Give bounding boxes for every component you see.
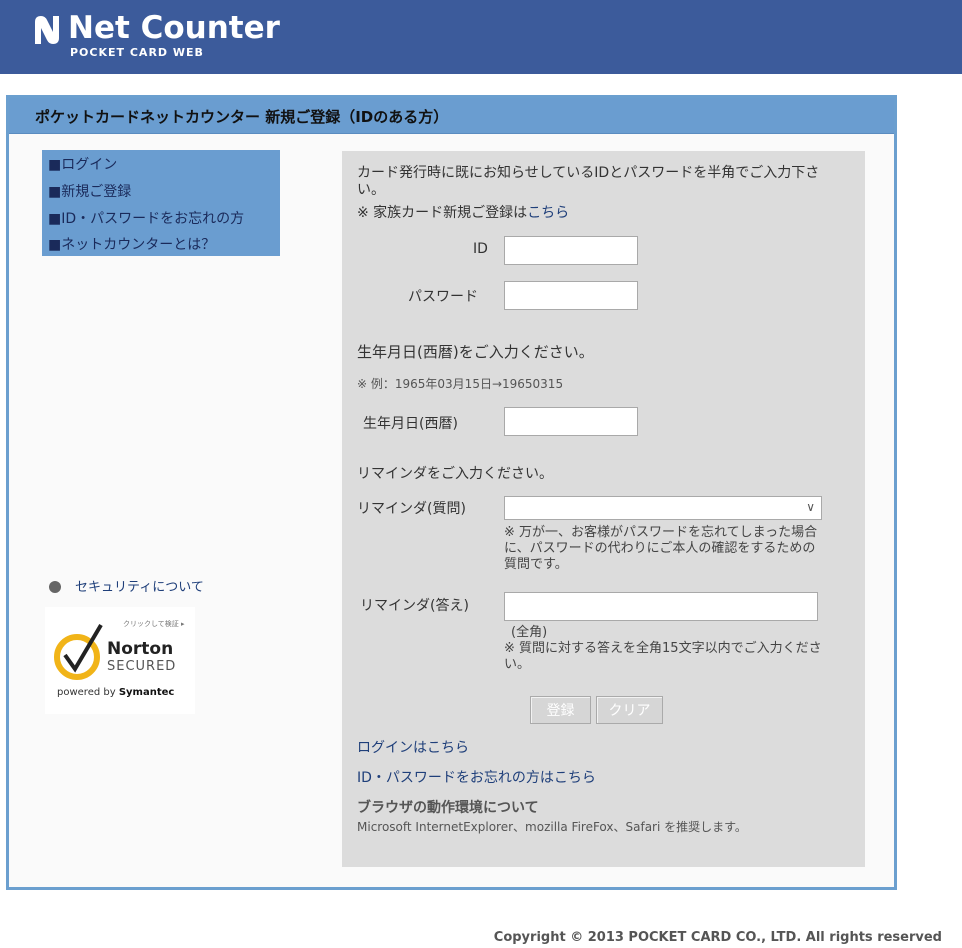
- title-bar: ポケットカードネットカウンター 新規ご登録（IDのある方）: [9, 98, 894, 134]
- reminder-answer-note: ※ 質問に対する答えを全角15文字以内でご入力ください。: [504, 641, 822, 672]
- password-label: パスワード: [408, 289, 478, 305]
- norton-seal[interactable]: クリックして検証 ▸ Norton SECURED powered by Sym…: [45, 607, 195, 714]
- copyright-text: Copyright © 2013 POCKET CARD CO., LTD. A…: [493, 930, 942, 945]
- reminder-answer-hint: (全角): [511, 625, 548, 640]
- reminder-question-label: リマインダ(質問): [357, 501, 466, 517]
- password-input[interactable]: [504, 281, 638, 310]
- logo-subtitle: POCKET CARD WEB: [70, 46, 204, 59]
- menu-item-register[interactable]: ■新規ご登録: [48, 181, 131, 201]
- header-bar: Net Counter POCKET CARD WEB: [0, 0, 962, 74]
- browser-env-title: ブラウザの動作環境について: [357, 800, 539, 816]
- intro-text: カード発行時に既にお知らせしているIDとパスワードを半角でご入力下さい。: [357, 165, 820, 198]
- family-note: ※ 家族カード新規ご登録はこちら: [357, 202, 569, 222]
- norton-powered: powered by Symantec: [57, 687, 174, 698]
- reminder-answer-label: リマインダ(答え): [360, 598, 469, 614]
- menu-item-login[interactable]: ■ログイン: [48, 154, 117, 174]
- birth-example: ※ 例：1965年03月15日→19650315: [357, 377, 564, 391]
- birth-label: 生年月日(西暦): [363, 416, 458, 432]
- side-menu: ■ログイン ■新規ご登録 ■ID・パスワードをお忘れの方 ■ネットカウンターとは…: [42, 150, 280, 256]
- register-button[interactable]: 登録: [530, 696, 591, 724]
- logo-n-icon: [35, 16, 59, 44]
- reminder-answer-input[interactable]: [504, 592, 818, 621]
- clear-button[interactable]: クリア: [596, 696, 663, 724]
- family-note-prefix: ※ 家族カード新規ご登録は: [357, 205, 528, 221]
- reminder-question-select[interactable]: ∨: [504, 496, 822, 520]
- page-title: ポケットカードネットカウンター 新規ご登録（IDのある方）: [35, 108, 449, 126]
- browser-env-text: Microsoft InternetExplorer、mozilla FireF…: [357, 820, 747, 834]
- norton-brand: Norton: [107, 639, 174, 659]
- birth-heading: 生年月日(西暦)をご入力ください。: [357, 343, 594, 361]
- family-card-link[interactable]: こちら: [527, 205, 569, 221]
- menu-item-about[interactable]: ■ネットカウンターとは？: [48, 234, 215, 254]
- reminder-question-note: ※ 万が一、お客様がパスワードを忘れてしまった場合に、パスワードの代わりにご本人…: [504, 525, 818, 572]
- form-panel: カード発行時に既にお知らせしているIDとパスワードを半角でご入力下さい。 ※ 家…: [342, 151, 865, 867]
- logo-text: Net Counter: [68, 10, 280, 46]
- reminder-heading: リマインダをご入力ください。: [357, 466, 553, 482]
- norton-click-text: クリックして検証 ▸: [123, 620, 185, 628]
- chevron-down-icon: ∨: [806, 500, 815, 514]
- id-input[interactable]: [504, 236, 638, 265]
- norton-secured: SECURED: [107, 659, 177, 674]
- norton-check-icon: [54, 623, 103, 680]
- norton-powered-prefix: powered by: [57, 687, 116, 698]
- birth-date-input[interactable]: [504, 407, 638, 436]
- net-counter-logo[interactable]: Net Counter POCKET CARD WEB: [32, 10, 292, 64]
- main-frame: ポケットカードネットカウンター 新規ご登録（IDのある方） ■ログイン ■新規ご…: [6, 95, 897, 890]
- login-link[interactable]: ログインはこちら: [357, 737, 469, 757]
- id-label: ID: [473, 241, 488, 257]
- forgot-password-link[interactable]: ID・パスワードをお忘れの方はこちら: [357, 767, 596, 787]
- menu-item-forgot[interactable]: ■ID・パスワードをお忘れの方: [48, 208, 244, 228]
- bullet-icon: [49, 581, 61, 593]
- security-link[interactable]: セキュリティについて: [75, 576, 204, 595]
- norton-powered-by: Symantec: [118, 687, 175, 698]
